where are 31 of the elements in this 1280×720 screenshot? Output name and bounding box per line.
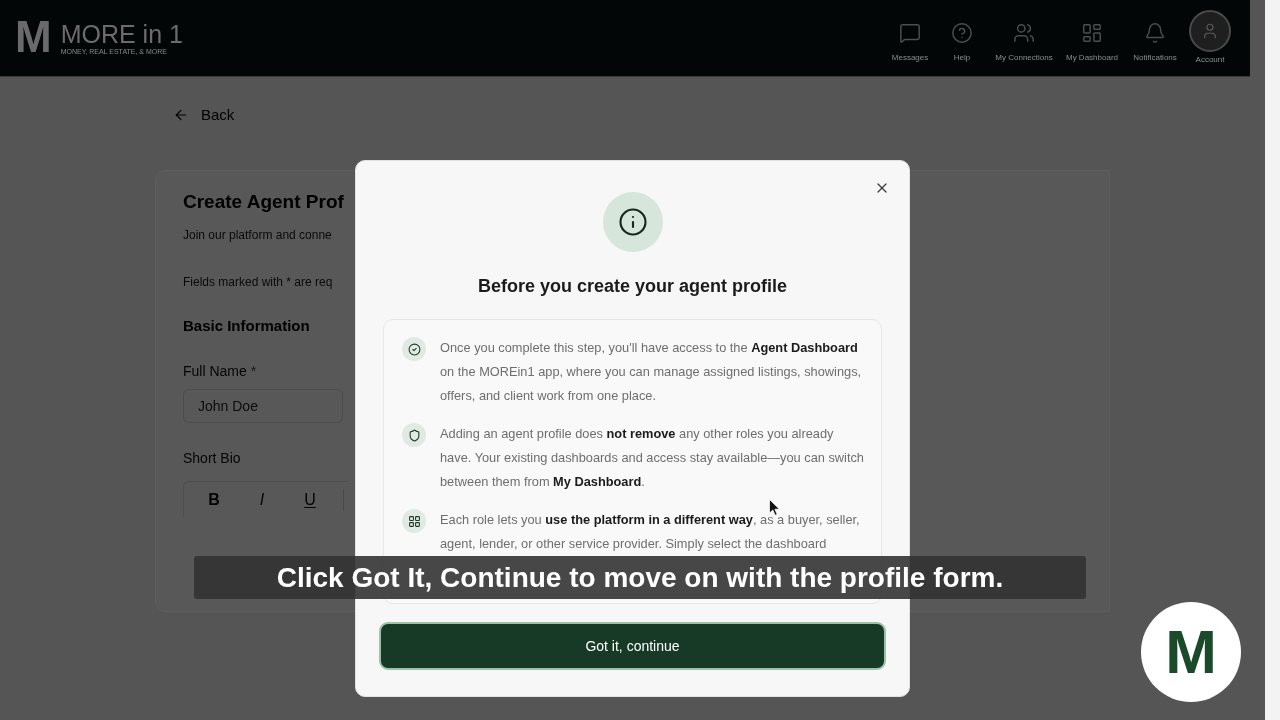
nav-item[interactable]: Notifications xyxy=(1126,0,1184,76)
required-note: Fields marked with * are req xyxy=(183,274,333,290)
info-text: Once you complete this step, you'll have access to the Agent Dashboard on the MOREin1 app, where you can manage assigned listings, showings, offers, and client work from one place. xyxy=(440,339,863,405)
bell-icon xyxy=(1144,22,1166,44)
chat-bubble-icon xyxy=(899,22,921,44)
section-heading: Basic Information xyxy=(183,316,310,336)
video-caption: Click Got It, Continue to move on with the profile form. xyxy=(194,556,1086,599)
form-title: Create Agent Prof xyxy=(183,190,344,214)
nav-item[interactable]: My Dashboard xyxy=(1058,0,1126,76)
logo-mark: M xyxy=(15,15,52,59)
info-text: Each role lets you use the platform in a different way, as a buyer, seller, agent, lender, or other service provider. Simply select the dashboard xyxy=(440,511,861,553)
input-field[interactable]: John Doe xyxy=(183,389,343,423)
dialog-title: Before you create your agent profile xyxy=(477,275,788,298)
continue-button[interactable]: Got it, continue xyxy=(379,622,886,670)
nav-item[interactable]: My Connections xyxy=(990,0,1058,76)
grid-icon xyxy=(402,509,426,533)
cursor-icon xyxy=(769,499,780,516)
avatar-icon xyxy=(1189,10,1231,52)
help-icon xyxy=(951,22,973,44)
nav-item[interactable]: Help xyxy=(934,0,990,76)
brand-name: MORE in 1 xyxy=(60,21,183,47)
dashboard-icon xyxy=(1081,22,1103,44)
form-subtitle: Join our platform and conne xyxy=(183,227,332,243)
field-label: Short Bio xyxy=(183,449,241,467)
nav-item[interactable]: Account xyxy=(1184,0,1236,76)
corner-logo: M xyxy=(1141,602,1241,702)
nav-item[interactable]: Messages xyxy=(886,0,934,76)
shield-icon xyxy=(402,423,426,447)
field-label: Full Name * xyxy=(183,362,257,380)
info-text: Adding an agent profile does not remove any other roles you already have. Your existing dashboards and access stay available—you can switch between them from My Dashboard. xyxy=(440,425,865,491)
people-icon xyxy=(1013,22,1035,44)
